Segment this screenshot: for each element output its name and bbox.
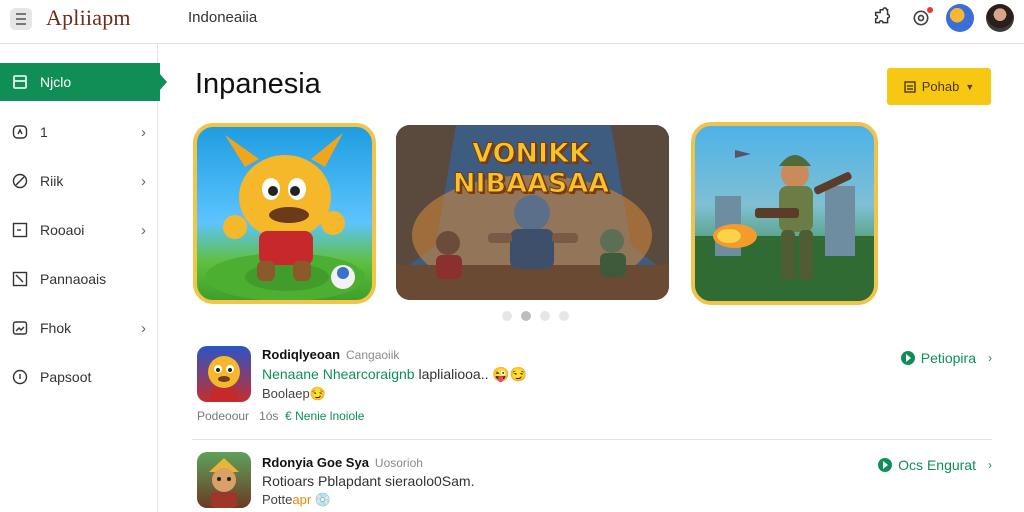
divider bbox=[192, 439, 992, 440]
app-category: Uosorioh bbox=[374, 456, 423, 470]
sidebar-item-papsoot[interactable]: Papsoot bbox=[0, 358, 158, 396]
slash-circle-icon bbox=[12, 173, 28, 189]
app-description: Rotioars Pblapdant sieraolo0Sam. bbox=[262, 473, 475, 489]
carousel-card-featured[interactable]: VONIKK NIBAASAA bbox=[396, 125, 669, 300]
info-circle-icon bbox=[12, 369, 28, 385]
notification-badge bbox=[927, 7, 933, 13]
app-action-button[interactable]: Petiopira › bbox=[900, 350, 992, 366]
region-label[interactable]: Indoneaiia bbox=[188, 9, 257, 26]
app-title[interactable]: Rodiqlyeoan Cangaoiik bbox=[262, 347, 399, 362]
app-action-button[interactable]: Ocs Engurat › bbox=[878, 457, 992, 473]
image-icon bbox=[12, 321, 28, 335]
app-extra: Potteapr 💿 bbox=[262, 492, 331, 507]
square-dash-icon bbox=[12, 222, 28, 238]
sidebar-item-label: Fhok bbox=[40, 320, 72, 336]
chevron-down-icon: ▼ bbox=[965, 81, 975, 92]
sidebar-item-label: Njclo bbox=[40, 74, 72, 90]
puzzle-icon[interactable] bbox=[870, 5, 896, 31]
sidebar-item-pannaoais[interactable]: Pannaoais bbox=[0, 260, 158, 298]
sidebar-item-fhok[interactable]: Fhok › bbox=[0, 309, 158, 347]
chevron-right-icon: › bbox=[988, 351, 992, 365]
filter-button[interactable]: Pohab ▼ bbox=[887, 68, 991, 105]
chevron-right-icon: › bbox=[988, 458, 992, 472]
carousel-dot[interactable] bbox=[521, 311, 531, 321]
carousel-card[interactable] bbox=[691, 122, 878, 305]
list-item[interactable]: Rdonyia Goe Sya Uosorioh Rotioars Pblapda… bbox=[192, 452, 992, 512]
list-icon bbox=[904, 80, 916, 93]
carousel-dot[interactable] bbox=[540, 311, 550, 321]
play-icon bbox=[900, 351, 915, 365]
corner-icon bbox=[12, 271, 28, 287]
character-icon bbox=[209, 458, 239, 508]
chevron-right-icon: › bbox=[141, 319, 146, 337]
carousel-card[interactable] bbox=[193, 123, 376, 304]
app-extra: Boolaep😏 bbox=[262, 386, 326, 401]
notification-icon[interactable] bbox=[908, 5, 934, 31]
sidebar-item-label: Pannaoais bbox=[40, 271, 107, 287]
sidebar-item-label: 1 bbox=[40, 124, 48, 140]
sidebar-item-label: Riik bbox=[40, 173, 64, 189]
app-description: Nenaane Nhearcoraignb laplialiooa.. 😜😏 bbox=[262, 366, 528, 382]
filter-label: Pohab bbox=[921, 79, 960, 94]
menu-icon[interactable] bbox=[10, 8, 32, 30]
sidebar-item-label: Rooaoi bbox=[40, 222, 85, 238]
app-brand[interactable]: Apliiapm bbox=[46, 5, 131, 31]
mascot-artwork bbox=[205, 133, 365, 300]
sidebar-item-rooaoi[interactable]: Rooaoi › bbox=[0, 211, 158, 249]
app-category: Cangaoiik bbox=[346, 348, 400, 362]
play-icon bbox=[878, 458, 893, 472]
sidebar-item-home[interactable]: Njclo bbox=[0, 63, 167, 101]
sidebar-item-label: Papsoot bbox=[40, 369, 92, 385]
top-icons bbox=[870, 4, 1014, 32]
sidebar-item-riik[interactable]: Riik › bbox=[0, 162, 158, 200]
app-icon[interactable] bbox=[197, 346, 251, 402]
page-title: Inpanesia bbox=[195, 68, 321, 100]
top-bar: Apliiapm Indoneaiia bbox=[0, 0, 1024, 44]
sidebar-item-1[interactable]: 1 › bbox=[0, 113, 158, 151]
soldier-artwork bbox=[695, 150, 874, 301]
page-icon bbox=[13, 75, 27, 89]
app-icon[interactable] bbox=[197, 452, 251, 508]
carousel-dot[interactable] bbox=[502, 311, 512, 321]
chevron-right-icon: › bbox=[141, 123, 146, 141]
chevron-right-icon: › bbox=[141, 172, 146, 190]
compass-icon bbox=[12, 125, 28, 139]
avatar[interactable] bbox=[946, 4, 974, 32]
list-item[interactable]: Rodiqlyeoan Cangaoiik Nenaane Nhearcoraig… bbox=[192, 344, 992, 434]
app-title[interactable]: Rdonyia Goe Sya Uosorioh bbox=[262, 455, 423, 470]
app-meta: Podeoour 1ós € Nenie lnoiole bbox=[197, 409, 365, 423]
carousel-dots bbox=[502, 311, 569, 321]
chevron-right-icon: › bbox=[141, 221, 146, 239]
featured-banner-text: VONIKK NIBAASAA bbox=[452, 138, 610, 199]
sidebar: Njclo 1 › Riik › Rooaoi › Pannaoais Fhok… bbox=[0, 44, 167, 512]
avatar[interactable] bbox=[986, 4, 1014, 32]
mascot-icon bbox=[208, 356, 240, 402]
carousel-dot[interactable] bbox=[559, 311, 569, 321]
